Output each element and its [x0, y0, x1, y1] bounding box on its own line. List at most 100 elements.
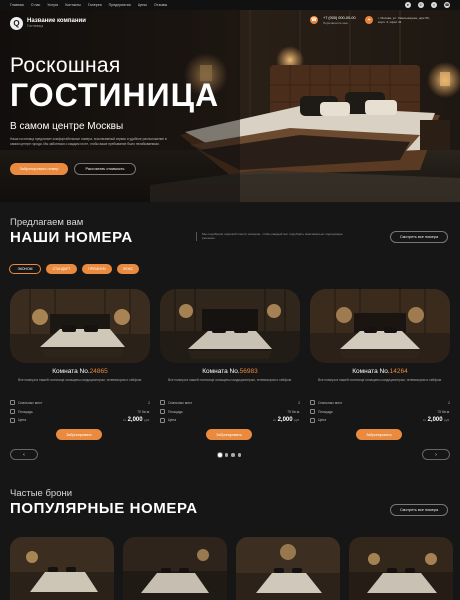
vk-icon[interactable]: v [431, 2, 437, 8]
popular-room-image[interactable] [10, 537, 114, 600]
room-description: Все номера в нашей гостинице оснащены ко… [168, 378, 292, 382]
book-room-button[interactable]: Забронировать номер [10, 163, 68, 175]
carousel-dot[interactable] [224, 453, 228, 457]
room-price: от 2,000 руб. [423, 417, 450, 423]
room-price-row: Цена от 2,000 руб. [310, 417, 450, 423]
phone-icon[interactable]: ☎ [444, 2, 450, 8]
nav-item-home[interactable]: Главная [10, 3, 24, 7]
price-from: от [122, 418, 126, 422]
price-from: от [272, 418, 276, 422]
room-image[interactable] [310, 289, 450, 363]
beds-value: 2 [298, 400, 300, 405]
hero-subtitle: В самом центре Москвы [10, 121, 124, 132]
carousel-dots [218, 453, 241, 457]
beds-label: Спальных мест [18, 400, 43, 405]
popular-room-image[interactable] [349, 537, 453, 600]
price-unit: руб. [444, 418, 450, 422]
book-button[interactable]: Забронировать [56, 429, 102, 440]
room-area-row: Площадь 75 Кв.м. [310, 409, 450, 414]
room-beds-row: Спальных мест 2 [10, 400, 150, 405]
price-value: 2,000 [127, 417, 143, 423]
nav-item-about[interactable]: О нас [31, 3, 41, 7]
company-subtitle: Гостиница [27, 24, 44, 29]
room-image[interactable] [160, 289, 300, 363]
room-card-2[interactable]: Комната No.56983 Все номера в нашей гост… [160, 289, 300, 445]
filter-lux[interactable]: ЛЮКС [117, 264, 139, 274]
room-card-3[interactable]: Комната No.14264 Все номера в нашей гост… [310, 289, 450, 445]
nav-item-contacts[interactable]: Контакты [65, 3, 81, 7]
room-card-1[interactable]: Комната No.24865 Все номера в нашей гост… [10, 289, 150, 445]
phone-icon: ☎ [310, 16, 318, 24]
bed-icon [160, 400, 165, 405]
brand: Название компании Гостиница [27, 18, 86, 29]
room-number: 14264 [389, 368, 408, 375]
carousel-dot[interactable] [218, 453, 222, 457]
nav-item-reviews[interactable]: Отзывы [154, 3, 167, 7]
header-phone[interactable]: ☎ +7 (000) 000-00-00 Перезвоните мне [310, 16, 356, 25]
room-area-row: Площадь 70 Кв.м. [10, 409, 150, 414]
price-label: Цена [168, 418, 177, 422]
room-price: от 2,000 руб. [273, 417, 300, 423]
bed-icon [310, 400, 315, 405]
room-image[interactable] [10, 289, 150, 363]
carousel-prev-button[interactable]: ‹ [10, 449, 38, 460]
beds-value: 2 [448, 400, 450, 405]
company-name: Название компании [27, 17, 86, 24]
area-label: Площадь [18, 409, 33, 414]
beds-value: 2 [148, 400, 150, 405]
price-icon [310, 417, 315, 423]
price-label: Цена [318, 418, 327, 422]
hero-title-line2: ГОСТИНИЦА [10, 77, 220, 113]
nav-item-gallery[interactable]: Галерея [88, 3, 102, 7]
price-icon [160, 417, 165, 423]
room-area-row: Площадь 75 Кв.м. [160, 409, 300, 414]
room-name-label: Комната No. [352, 368, 390, 375]
room-number: 56983 [239, 368, 258, 375]
nav-item-prices[interactable]: Цены [138, 3, 147, 7]
all-rooms-button[interactable]: Смотреть все номера [390, 231, 448, 243]
carousel-next-button[interactable]: › [422, 449, 450, 460]
carousel-dot[interactable] [231, 453, 235, 457]
filter-standard[interactable]: СТАНДАРТ [46, 264, 77, 274]
callback-link[interactable]: Перезвоните мне [323, 21, 356, 25]
book-button[interactable]: Забронировать [206, 429, 252, 440]
room-price-row: Цена от 2,000 руб. [160, 417, 300, 423]
room-name: Комната No.24865 [10, 368, 150, 375]
filter-econom[interactable]: ЭКОНОМ [9, 264, 41, 274]
price-unit: руб. [144, 418, 150, 422]
address-line2: корп. 3, офис 31 [378, 20, 402, 24]
area-value: 75 Кв.м. [287, 409, 300, 414]
popular-room-image[interactable] [123, 537, 227, 600]
telegram-icon[interactable]: ➤ [405, 2, 411, 8]
whatsapp-icon[interactable]: ✆ [418, 2, 424, 8]
location-pin-icon: ⌖ [365, 16, 373, 24]
room-beds-row: Спальных мест 2 [160, 400, 300, 405]
nav-item-services[interactable]: Услуги [47, 3, 58, 7]
area-label: Площадь [318, 409, 333, 414]
beds-label: Спальных мест [318, 400, 343, 405]
popular-room-image[interactable] [236, 537, 340, 600]
room-number: 24865 [89, 368, 108, 375]
logo-icon[interactable]: Q [10, 16, 23, 30]
hero-section: Q Название компании Гостиница ☎ +7 (000)… [0, 10, 460, 202]
nav-item-enterprises[interactable]: Предприятия [109, 3, 131, 7]
top-nav: Главная О нас Услуги Контакты Галерея Пр… [0, 0, 460, 10]
area-label: Площадь [168, 409, 183, 414]
rooms-description: Мы подобрали широкий спектр номеров, что… [196, 232, 346, 241]
filter-premium[interactable]: ПРЕМИУМ [82, 264, 112, 274]
room-name-label: Комната No. [202, 368, 240, 375]
room-name: Комната No.56983 [160, 368, 300, 375]
rooms-small-title: Предлагаем вам [10, 217, 84, 228]
book-button[interactable]: Забронировать [356, 429, 402, 440]
room-name: Комната No.14264 [310, 368, 450, 375]
room-description: Все номера в нашей гостинице оснащены ко… [318, 378, 442, 382]
popular-all-button[interactable]: Смотреть все номера [390, 504, 448, 516]
header-address: ⌖ г. Москва, ул. Хмельницкая, дом 50, ко… [365, 16, 430, 24]
beds-label: Спальных мест [168, 400, 193, 405]
area-icon [310, 409, 315, 414]
carousel-dot[interactable] [237, 453, 241, 457]
popular-big-title: ПОПУЛЯРНЫЕ НОМЕРА [10, 500, 198, 517]
popular-small-title: Частые брони [10, 488, 73, 499]
calculate-price-button[interactable]: Рассчитать стоимость [74, 163, 136, 175]
room-beds-row: Спальных мест 2 [310, 400, 450, 405]
